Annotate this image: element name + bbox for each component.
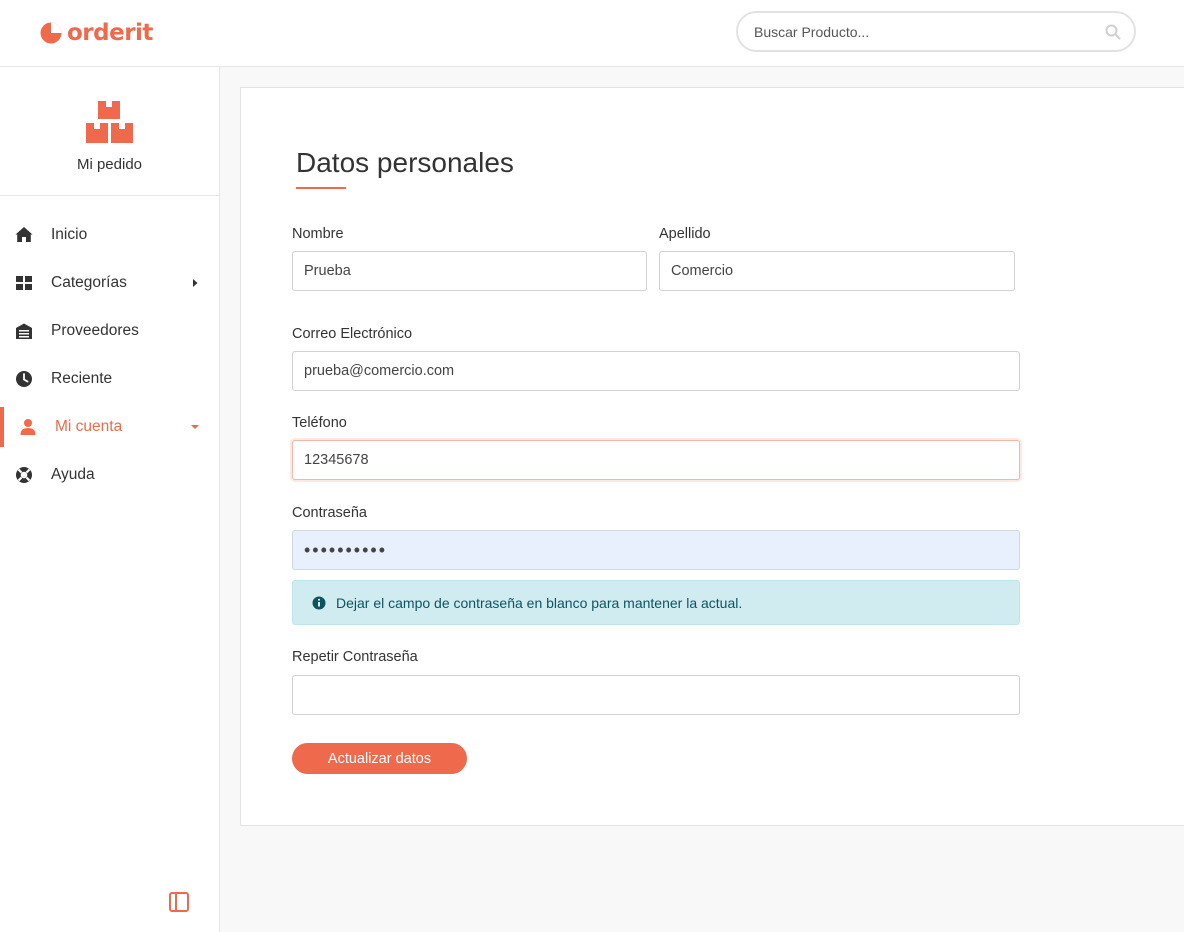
search-input[interactable] [754, 22, 1094, 42]
sidebar-item-label: Categorías [51, 274, 127, 291]
telefono-label: Teléfono [292, 415, 347, 431]
title-underline [296, 187, 346, 189]
update-data-button[interactable]: Actualizar datos [292, 743, 467, 774]
brand-logo[interactable]: orderit [40, 20, 153, 46]
sidebar-nav: Inicio Categorías Proveedores Reciente M… [0, 211, 219, 499]
grid-icon [16, 276, 32, 290]
sidebar-item-proveedores[interactable]: Proveedores [0, 307, 219, 355]
lifebuoy-icon [16, 467, 32, 483]
password-hint-alert: Dejar el campo de contraseña en blanco p… [292, 580, 1020, 625]
repeat-password-field[interactable] [292, 675, 1020, 715]
sidebar-item-mi-cuenta[interactable]: Mi cuenta [0, 403, 219, 451]
warehouse-icon [16, 323, 32, 339]
sidebar-item-ayuda[interactable]: Ayuda [0, 451, 219, 499]
info-icon [312, 596, 326, 610]
main-content: Datos personales Nombre Apellido Correo … [220, 67, 1184, 932]
apellido-field[interactable] [659, 251, 1015, 291]
telefono-field[interactable] [292, 440, 1020, 480]
email-label: Correo Electrónico [292, 326, 413, 342]
repeat-password-label: Repetir Contraseña [292, 649, 418, 665]
sidebar-item-label: Inicio [51, 226, 88, 243]
sidebar-item-label: Mi cuenta [55, 418, 123, 435]
password-hint-text: Dejar el campo de contraseña en blanco p… [336, 595, 743, 611]
personal-data-card: Datos personales Nombre Apellido Correo … [240, 87, 1184, 826]
sidebar-item-label: Proveedores [51, 322, 139, 339]
page-title: Datos personales [296, 147, 514, 178]
logo-mark-icon [40, 22, 62, 44]
top-header: orderit [0, 0, 1184, 67]
nombre-label: Nombre [292, 226, 344, 242]
email-field[interactable] [292, 351, 1020, 391]
caret-down-icon [191, 425, 199, 429]
password-label: Contraseña [292, 505, 367, 521]
brand-name: orderit [67, 20, 153, 46]
user-icon [20, 419, 36, 435]
sidebar: Mi pedido Inicio Categorías Proveedores … [0, 67, 220, 932]
sidebar-item-label: Reciente [51, 370, 113, 387]
search-icon[interactable] [1105, 24, 1121, 40]
my-order-button[interactable]: Mi pedido [0, 67, 219, 196]
sidebar-item-reciente[interactable]: Reciente [0, 355, 219, 403]
apellido-label: Apellido [659, 226, 711, 242]
search-bar[interactable] [736, 11, 1136, 52]
sidebar-toggle-icon[interactable] [168, 891, 190, 913]
caret-right-icon [193, 279, 198, 287]
home-icon [15, 227, 33, 242]
password-field[interactable] [292, 530, 1020, 570]
boxes-icon [86, 101, 133, 143]
nombre-field[interactable] [292, 251, 647, 291]
my-order-label: Mi pedido [76, 156, 143, 173]
clock-icon [16, 371, 32, 387]
sidebar-item-inicio[interactable]: Inicio [0, 211, 219, 259]
sidebar-item-label: Ayuda [51, 466, 95, 483]
sidebar-item-categorias[interactable]: Categorías [0, 259, 219, 307]
